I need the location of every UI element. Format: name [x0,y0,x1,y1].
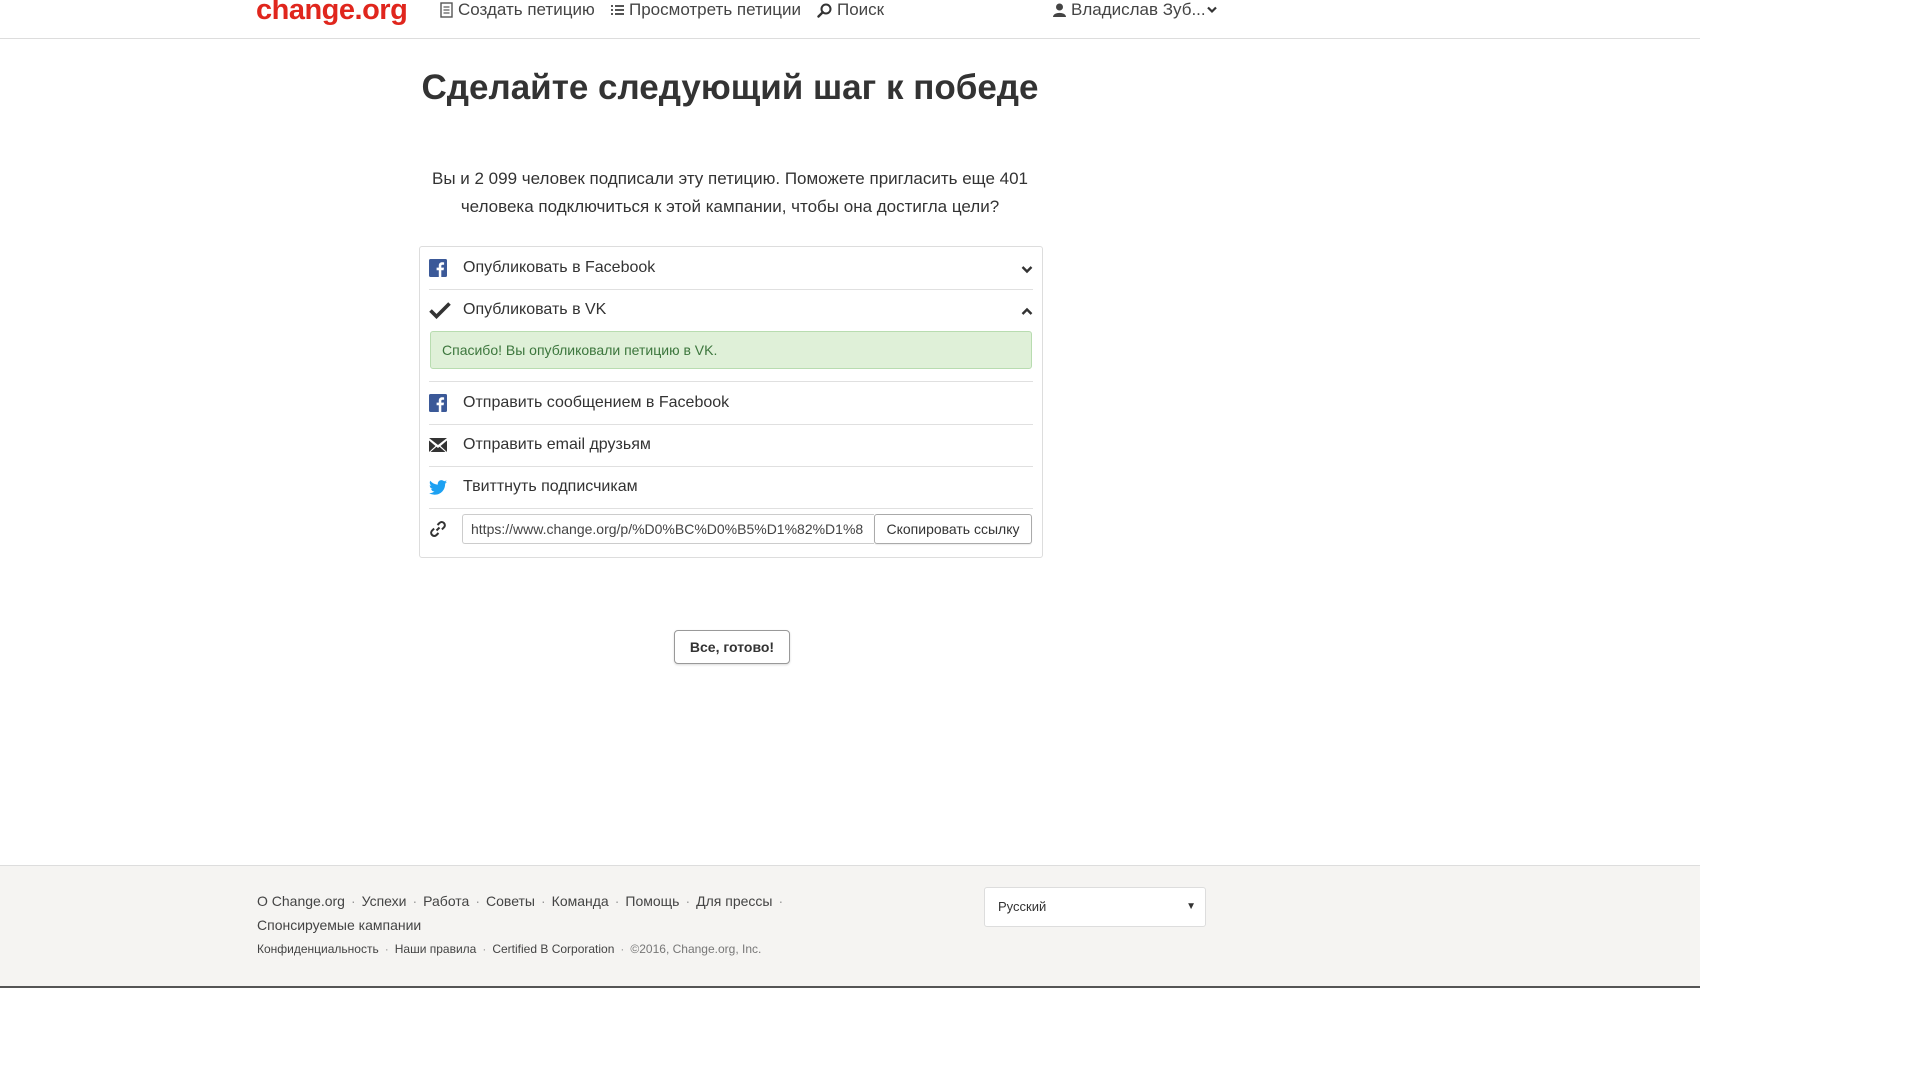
language-select-value: Русский [998,899,1047,914]
document-icon [440,2,453,18]
user-menu[interactable]: Владислав Зуб... [1053,0,1217,20]
copy-link-button[interactable]: Скопировать ссылку [874,514,1032,544]
copyright: ©2016, Change.org, Inc. [630,942,762,956]
facebook-icon [429,259,463,277]
separator: · [541,893,546,909]
footer-link-help[interactable]: Помощь [625,893,679,909]
separator: · [685,893,691,909]
footer-link-team[interactable]: Команда [552,893,609,909]
nav-search[interactable]: Поиск [817,0,884,20]
separator: · [475,893,481,909]
separator: · [350,893,356,909]
footer-link-success[interactable]: Успехи [362,893,407,909]
footer-link-press[interactable]: Для прессы [696,893,772,909]
footer-links: О Change.org · Успехи · Работа · Советы · Команд… [257,889,817,937]
footer-link-sponsored[interactable]: Спонсируемые кампании [257,917,421,933]
page-title: Сделайте следующий шаг к победе [421,68,1039,107]
chevron-up-icon [1021,303,1033,321]
done-button[interactable]: Все, готово! [674,630,790,664]
link-icon [429,520,447,543]
user-name: Владислав Зуб... [1071,0,1206,19]
footer-link-tips[interactable]: Советы [486,893,535,909]
share-panel: Опубликовать в Facebook Опубликовать в V… [419,246,1043,558]
top-navigation: change.org Создать петицию Просмотреть п… [0,0,1700,39]
vk-success-alert: Спасибо! Вы опубликовали петицию в VK. [430,331,1032,369]
footer-link-privacy[interactable]: Конфиденциальность [257,942,379,956]
separator: · [614,893,620,909]
share-link-input[interactable] [462,514,874,544]
share-twitter[interactable]: Твиттнуть подписчикам [429,466,1033,509]
footer: О Change.org · Успехи · Работа · Советы · Команд… [0,865,1700,988]
twitter-icon [429,479,463,495]
separator: · [778,893,784,909]
share-vk-post-label: Опубликовать в VK [463,301,607,318]
list-icon [611,3,624,17]
share-facebook-message[interactable]: Отправить сообщением в Facebook [429,381,1033,425]
footer-link-jobs[interactable]: Работа [423,893,469,909]
share-facebook-post[interactable]: Опубликовать в Facebook [429,247,1033,290]
share-vk-post[interactable]: Опубликовать в VK [429,289,1033,331]
dropdown-caret-icon: ▼ [1186,901,1196,912]
nav-create-petition[interactable]: Создать петицию [440,0,595,20]
envelope-icon [429,438,463,452]
footer-link-policies[interactable]: Наши правила [395,942,477,956]
footer-legal: Конфиденциальность · Наши правила · Certifie… [257,942,761,956]
share-facebook-message-label: Отправить сообщением в Facebook [463,394,730,411]
checkmark-icon [429,301,463,319]
nav-browse-petitions[interactable]: Просмотреть петиции [611,0,801,20]
share-email-label: Отправить email друзьям [463,436,651,453]
user-icon [1053,3,1066,17]
share-email[interactable]: Отправить email друзьям [429,424,1033,467]
footer-link-bcorp[interactable]: Certified B Corporation [492,942,614,956]
nav-search-label: Поиск [837,0,885,19]
share-twitter-label: Твиттнуть подписчикам [463,478,638,495]
separator: · [384,942,389,956]
nav-create-label: Создать петицию [458,0,595,19]
separator: · [620,942,625,956]
footer-link-about[interactable]: О Change.org [257,893,345,909]
facebook-icon [429,394,463,412]
signature-summary: Вы и 2 099 человек подписали эту петицию… [431,169,1028,216]
chevron-down-icon [1021,261,1033,279]
separator: · [412,893,418,909]
change-org-logo[interactable]: change.org [256,0,408,27]
separator: · [482,942,487,956]
chevron-down-icon [1206,6,1217,14]
language-select[interactable]: Русский ▼ [984,887,1206,927]
share-link-row: Скопировать ссылку [429,511,1033,547]
nav-browse-label: Просмотреть петиции [629,0,802,19]
share-facebook-post-label: Опубликовать в Facebook [463,259,656,276]
search-icon [817,3,832,18]
